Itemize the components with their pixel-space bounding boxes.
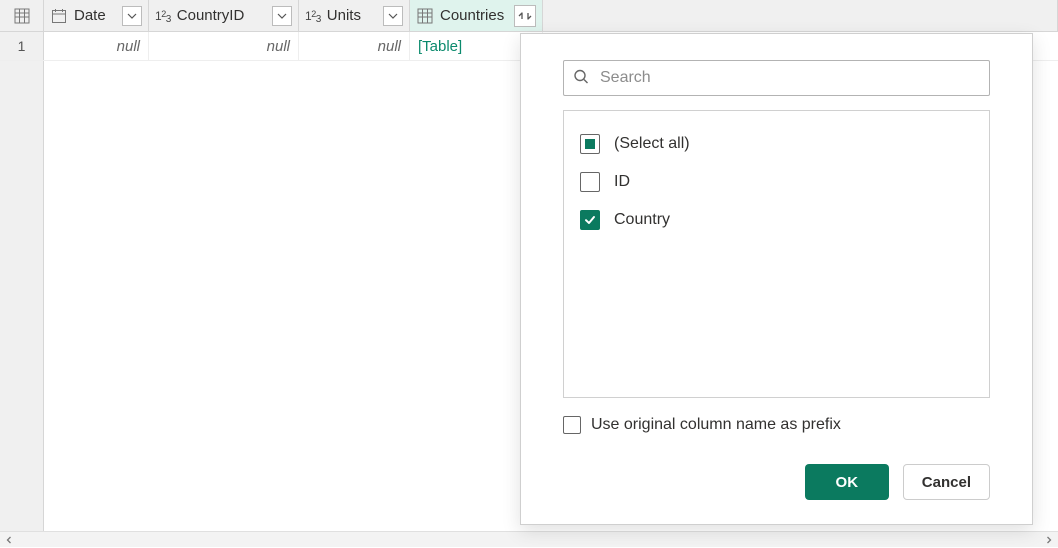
column-header-countryid[interactable]: 123 CountryID <box>149 0 299 31</box>
search-input[interactable] <box>563 60 990 96</box>
column-name: CountryID <box>177 7 266 24</box>
checkbox-indeterminate[interactable] <box>580 134 600 154</box>
scroll-left-button[interactable] <box>0 532 18 548</box>
column-name: Date <box>74 7 116 24</box>
checkbox-unchecked[interactable] <box>563 416 581 434</box>
expand-columns-flyout: (Select all) ID Country Use original col… <box>520 33 1033 525</box>
checkbox-unchecked[interactable] <box>580 172 600 192</box>
option-country[interactable]: Country <box>580 201 973 239</box>
calendar-icon <box>50 7 68 25</box>
row-number-header <box>0 0 44 31</box>
option-label: ID <box>614 173 630 191</box>
search-icon <box>573 69 589 88</box>
cell-date[interactable]: null <box>44 32 149 60</box>
column-filter-dropdown[interactable] <box>272 6 292 26</box>
use-prefix-option[interactable]: Use original column name as prefix <box>563 416 990 434</box>
table-type-icon <box>416 7 434 25</box>
column-filter-dropdown[interactable] <box>383 6 403 26</box>
checkbox-checked[interactable] <box>580 210 600 230</box>
option-label: Country <box>614 211 670 229</box>
option-label: (Select all) <box>614 135 690 153</box>
scroll-right-button[interactable] <box>1040 532 1058 548</box>
column-filler <box>543 0 1058 31</box>
number-type-icon: 123 <box>305 9 321 23</box>
column-headers: Date 123 CountryID 123 Units Countries <box>0 0 1058 32</box>
dialog-buttons: OK Cancel <box>563 464 990 500</box>
cell-countryid[interactable]: null <box>149 32 299 60</box>
cell-units[interactable]: null <box>299 32 410 60</box>
horizontal-scrollbar[interactable] <box>0 531 1058 547</box>
table-link[interactable]: [Table] <box>418 38 462 55</box>
row-number-gutter <box>0 61 44 547</box>
prefix-label: Use original column name as prefix <box>591 416 841 434</box>
column-filter-dropdown[interactable] <box>122 6 142 26</box>
column-options: (Select all) ID Country <box>563 110 990 398</box>
cancel-button[interactable]: Cancel <box>903 464 990 500</box>
expand-column-button[interactable] <box>514 5 536 27</box>
option-id[interactable]: ID <box>580 163 973 201</box>
column-name: Countries <box>440 7 508 24</box>
option-select-all[interactable]: (Select all) <box>580 125 973 163</box>
column-name: Units <box>327 7 377 24</box>
table-icon <box>13 7 31 25</box>
column-header-countries[interactable]: Countries <box>410 0 543 31</box>
number-type-icon: 123 <box>155 9 171 23</box>
ok-button[interactable]: OK <box>805 464 889 500</box>
column-header-units[interactable]: 123 Units <box>299 0 410 31</box>
search-box <box>563 60 990 96</box>
row-number[interactable]: 1 <box>0 32 44 60</box>
column-header-date[interactable]: Date <box>44 0 149 31</box>
